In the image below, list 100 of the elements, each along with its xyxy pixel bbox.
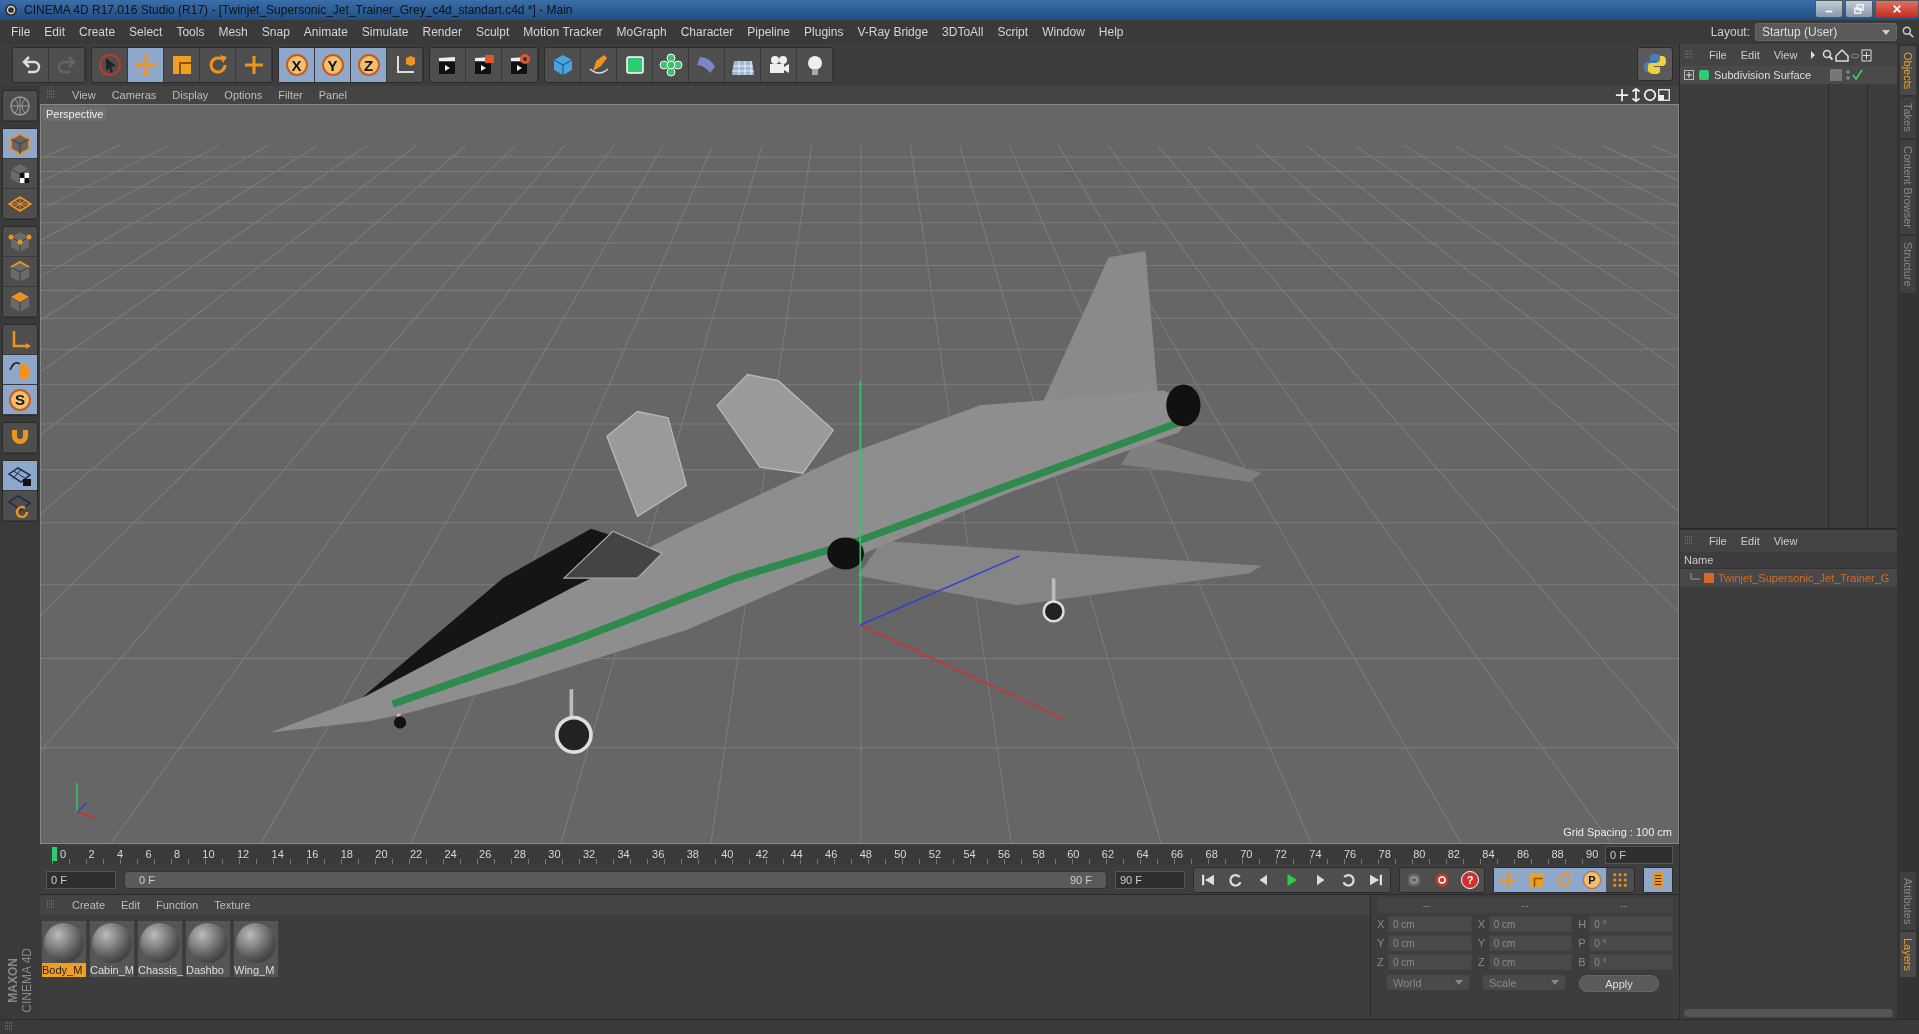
menu-item[interactable]: MoGraph <box>609 25 674 39</box>
solo-button[interactable]: S <box>3 385 37 415</box>
viewport-menu-item[interactable]: Display <box>164 89 217 101</box>
parameter-key-button[interactable]: P <box>1578 868 1606 892</box>
frame-tick-label: 44 <box>790 848 803 860</box>
column-header: -- <box>1619 899 1628 911</box>
lock-workplane-button[interactable] <box>3 461 37 491</box>
camera-label: Perspective <box>43 107 107 121</box>
object-row[interactable]: Subdivision Surface <box>1680 66 1897 84</box>
material-menu-item[interactable]: Create <box>64 899 114 911</box>
menu-item[interactable]: Edit <box>37 25 73 39</box>
panel-menu-item[interactable]: Edit <box>1733 49 1767 61</box>
y-axis-button[interactable]: Y <box>315 48 351 82</box>
z-axis-button[interactable]: Z <box>351 48 387 82</box>
minimize-button[interactable] <box>1815 0 1843 18</box>
panel-tools-icon[interactable] <box>1810 48 1873 62</box>
panel-menu-item[interactable]: Edit <box>1733 535 1767 547</box>
frame-tick-label: 24 <box>444 848 457 860</box>
grip-icon <box>1684 50 1694 60</box>
search-icon[interactable] <box>1901 25 1915 39</box>
frame-tick-label: 4 <box>116 848 124 860</box>
frame-tick-label: 26 <box>479 848 492 860</box>
material-menu-item[interactable]: Edit <box>113 899 148 911</box>
frame-tick-label: 38 <box>686 848 699 860</box>
material-menu-item[interactable]: Function <box>148 899 207 911</box>
x-axis-button[interactable]: X <box>279 48 315 82</box>
material-preview <box>236 923 276 963</box>
model-mode-button[interactable] <box>3 129 37 159</box>
viewport-menu-item[interactable]: Panel <box>310 89 355 101</box>
menu-item[interactable]: V-Ray Bridge <box>850 25 936 39</box>
menu-item[interactable]: Script <box>990 25 1036 39</box>
panel-menu-item[interactable]: View <box>1766 49 1805 61</box>
keyframe-help-button[interactable]: ? <box>1456 868 1484 892</box>
menu-item[interactable]: Window <box>1035 25 1092 39</box>
end-frame-field[interactable]: 90 F <box>1115 871 1185 889</box>
menu-item[interactable]: Sculpt <box>468 25 517 39</box>
grid-rotate-icon <box>8 493 32 518</box>
layout-dropdown[interactable]: Startup (User) <box>1755 23 1897 41</box>
menu-item[interactable]: File <box>4 25 38 39</box>
menu-item[interactable]: Help <box>1091 25 1131 39</box>
start-frame-field[interactable]: 0 F <box>46 871 116 889</box>
menu-item[interactable]: Plugins <box>797 25 851 39</box>
menu-item[interactable]: Mesh <box>211 25 255 39</box>
frame-range-slider[interactable]: 0 F 90 F <box>124 871 1107 889</box>
frame-tick-label: 28 <box>513 848 526 860</box>
menu-item[interactable]: Create <box>72 25 123 39</box>
viewport-menu-item[interactable]: Options <box>216 89 271 101</box>
timeline-ruler[interactable]: 0 2 4 6 8 10 12 14 16 18 20 22 24 26 28 30 32 34 36 38 40 42 44 46 48 50 52 54 56 58 60 62 64 66 68 70 72 74 76 78 80 82 84 86 88 90 <box>52 846 1599 864</box>
apply-button[interactable]: Apply <box>1579 975 1659 992</box>
move-tool-button[interactable] <box>128 48 164 82</box>
menu-item[interactable]: 3DToAll <box>935 25 991 39</box>
menu-item[interactable]: Snap <box>254 25 297 39</box>
column-header: -- <box>1422 899 1430 911</box>
object-name: Subdivision Surface <box>1714 69 1812 81</box>
expand-icon[interactable] <box>1684 70 1694 80</box>
3d-viewport[interactable]: Perspective Grid Spacing : 100 cm <box>40 104 1679 844</box>
panel-menu-item[interactable]: File <box>1702 49 1734 61</box>
frame-tick-label: 48 <box>859 848 872 860</box>
material-swatch[interactable]: Dashbo <box>186 921 230 977</box>
frame-tick-label: 0 <box>60 848 67 860</box>
python-button[interactable] <box>1637 47 1673 81</box>
side-tab[interactable]: Objects <box>1900 46 1916 96</box>
menu-item[interactable]: Pipeline <box>740 25 798 39</box>
panel-menu-item[interactable]: File <box>1702 535 1734 547</box>
range-start-label: 0 F <box>139 874 155 886</box>
frame-tick-label: 86 <box>1516 848 1530 860</box>
viewport-menu-item[interactable]: Cameras <box>103 89 165 101</box>
view-navigation-icon[interactable] <box>1613 88 1673 102</box>
tweak-mode-button[interactable] <box>3 355 37 385</box>
current-frame-field[interactable]: 0 F <box>1605 846 1673 864</box>
grid-spacing-label: Grid Spacing : 100 cm <box>1563 826 1672 838</box>
material-swatch[interactable]: Cabin_M <box>90 921 134 977</box>
checker-cube-icon <box>8 161 32 186</box>
menu-item[interactable]: Simulate <box>354 25 416 39</box>
material-swatch[interactable]: Body_M <box>42 921 86 977</box>
panel-menu-item[interactable]: View <box>1766 535 1805 547</box>
frame-tick-label: 58 <box>1032 848 1045 860</box>
menu-item[interactable]: Select <box>122 25 170 39</box>
horizontal-scrollbar[interactable] <box>1684 1009 1893 1017</box>
frame-tick-label: 6 <box>145 848 152 860</box>
side-tab[interactable]: Layers <box>1900 931 1916 977</box>
menu-item[interactable]: Render <box>415 25 469 39</box>
frame-tick-label: 54 <box>963 848 976 860</box>
material-swatch[interactable]: Chassis_ <box>138 921 182 977</box>
axis-label: Y <box>1377 937 1385 949</box>
material-swatch[interactable]: Wing_M <box>234 921 278 977</box>
menu-item[interactable]: Animate <box>296 25 355 39</box>
restore-button[interactable] <box>1845 0 1873 18</box>
menu-item[interactable]: Character <box>673 25 741 39</box>
axis-handle-drawing[interactable] <box>859 379 1067 721</box>
viewport-menu-item[interactable]: View <box>64 89 104 101</box>
menu-item[interactable]: Motion Tracker <box>516 25 610 39</box>
close-button[interactable] <box>1875 0 1919 18</box>
viewport-menu-item[interactable]: Filter <box>270 89 311 101</box>
brand-logo: MAXON CINEMA 4D <box>6 948 34 1013</box>
frame-tick-label: 18 <box>340 848 353 860</box>
menu-item[interactable]: Tools <box>169 25 212 39</box>
visibility-toggles-icon[interactable] <box>1829 69 1865 81</box>
material-menu-item[interactable]: Texture <box>206 899 259 911</box>
timeline-button[interactable] <box>1644 868 1672 892</box>
